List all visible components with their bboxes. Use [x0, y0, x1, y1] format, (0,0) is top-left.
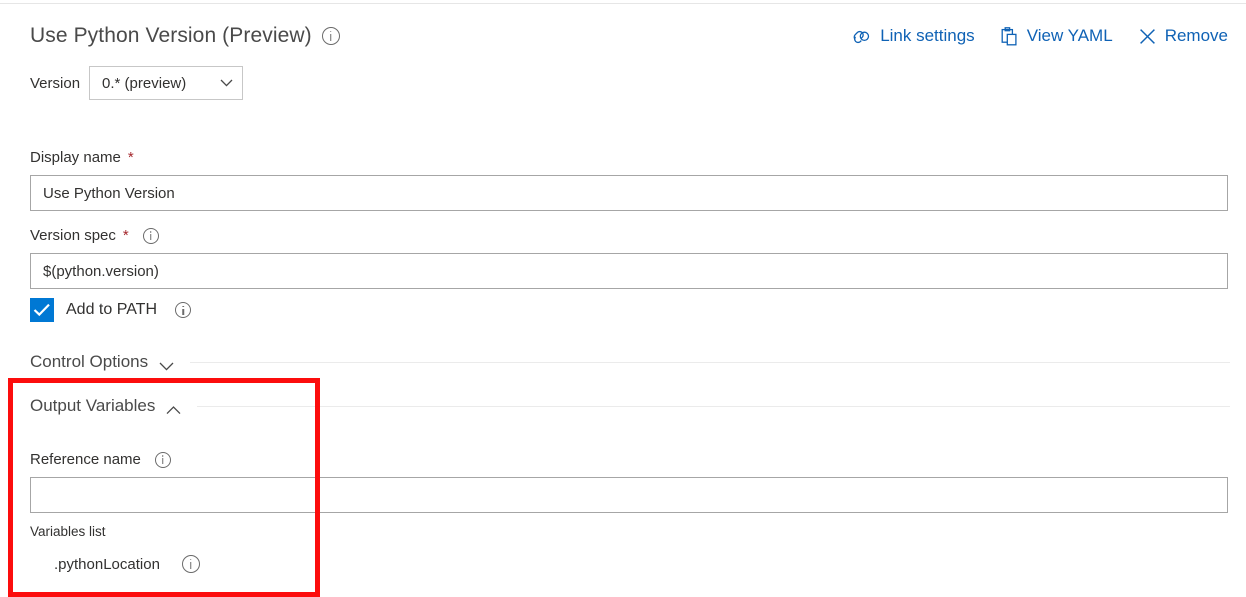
chevron-down-icon	[159, 358, 174, 367]
remove-label: Remove	[1165, 26, 1228, 46]
view-yaml-label: View YAML	[1027, 26, 1113, 46]
required-marker: *	[123, 227, 129, 244]
version-label: Version	[30, 75, 80, 92]
section-control-options-title: Control Options	[30, 352, 148, 372]
display-name-input[interactable]: Use Python Version	[30, 175, 1228, 211]
header-actions: Link settings View YAML	[852, 26, 1228, 46]
info-icon[interactable]	[182, 555, 200, 573]
required-marker: *	[128, 149, 134, 166]
display-name-label: Display name *	[30, 149, 134, 166]
view-yaml-button[interactable]: View YAML	[1001, 26, 1113, 46]
section-divider	[190, 362, 1230, 363]
info-icon[interactable]	[175, 302, 191, 318]
reference-name-label-text: Reference name	[30, 451, 141, 468]
remove-button[interactable]: Remove	[1139, 26, 1228, 46]
task-editor-pane: Use Python Version (Preview) Link settin…	[0, 0, 1246, 592]
reference-name-input[interactable]	[30, 477, 1228, 513]
clipboard-icon	[1001, 27, 1018, 46]
version-spec-value: $(python.version)	[43, 263, 159, 280]
task-header: Use Python Version (Preview) Link settin…	[30, 24, 1228, 58]
version-selector-row: Version 0.* (preview)	[30, 66, 243, 100]
close-icon	[1139, 28, 1156, 45]
add-to-path-label: Add to PATH	[66, 301, 157, 319]
version-dropdown[interactable]: 0.* (preview)	[89, 66, 243, 100]
section-output-variables[interactable]: Output Variables	[30, 396, 1230, 416]
link-settings-button[interactable]: Link settings	[852, 26, 975, 46]
reference-name-label: Reference name	[30, 451, 171, 468]
section-control-options[interactable]: Control Options	[30, 352, 1230, 372]
chevron-down-icon	[220, 79, 233, 87]
link-icon	[852, 29, 871, 44]
chevron-up-icon	[166, 402, 181, 411]
display-name-value: Use Python Version	[43, 185, 175, 202]
task-title-row: Use Python Version (Preview)	[30, 24, 340, 48]
display-name-label-text: Display name	[30, 149, 121, 166]
add-to-path-checkbox[interactable]	[30, 298, 54, 322]
list-item: .pythonLocation	[54, 555, 200, 573]
link-settings-label: Link settings	[880, 26, 975, 46]
version-spec-label-text: Version spec	[30, 227, 116, 244]
version-spec-label: Version spec *	[30, 227, 159, 244]
info-icon[interactable]	[155, 452, 171, 468]
info-icon[interactable]	[322, 27, 340, 45]
version-spec-input[interactable]: $(python.version)	[30, 253, 1228, 289]
version-dropdown-value: 0.* (preview)	[102, 75, 220, 92]
variables-list-label: Variables list	[30, 524, 106, 539]
info-icon[interactable]	[143, 228, 159, 244]
add-to-path-row: Add to PATH	[30, 298, 191, 322]
page-title: Use Python Version (Preview)	[30, 24, 312, 48]
section-divider	[197, 406, 1230, 407]
variable-name: .pythonLocation	[54, 556, 160, 573]
section-output-variables-title: Output Variables	[30, 396, 155, 416]
